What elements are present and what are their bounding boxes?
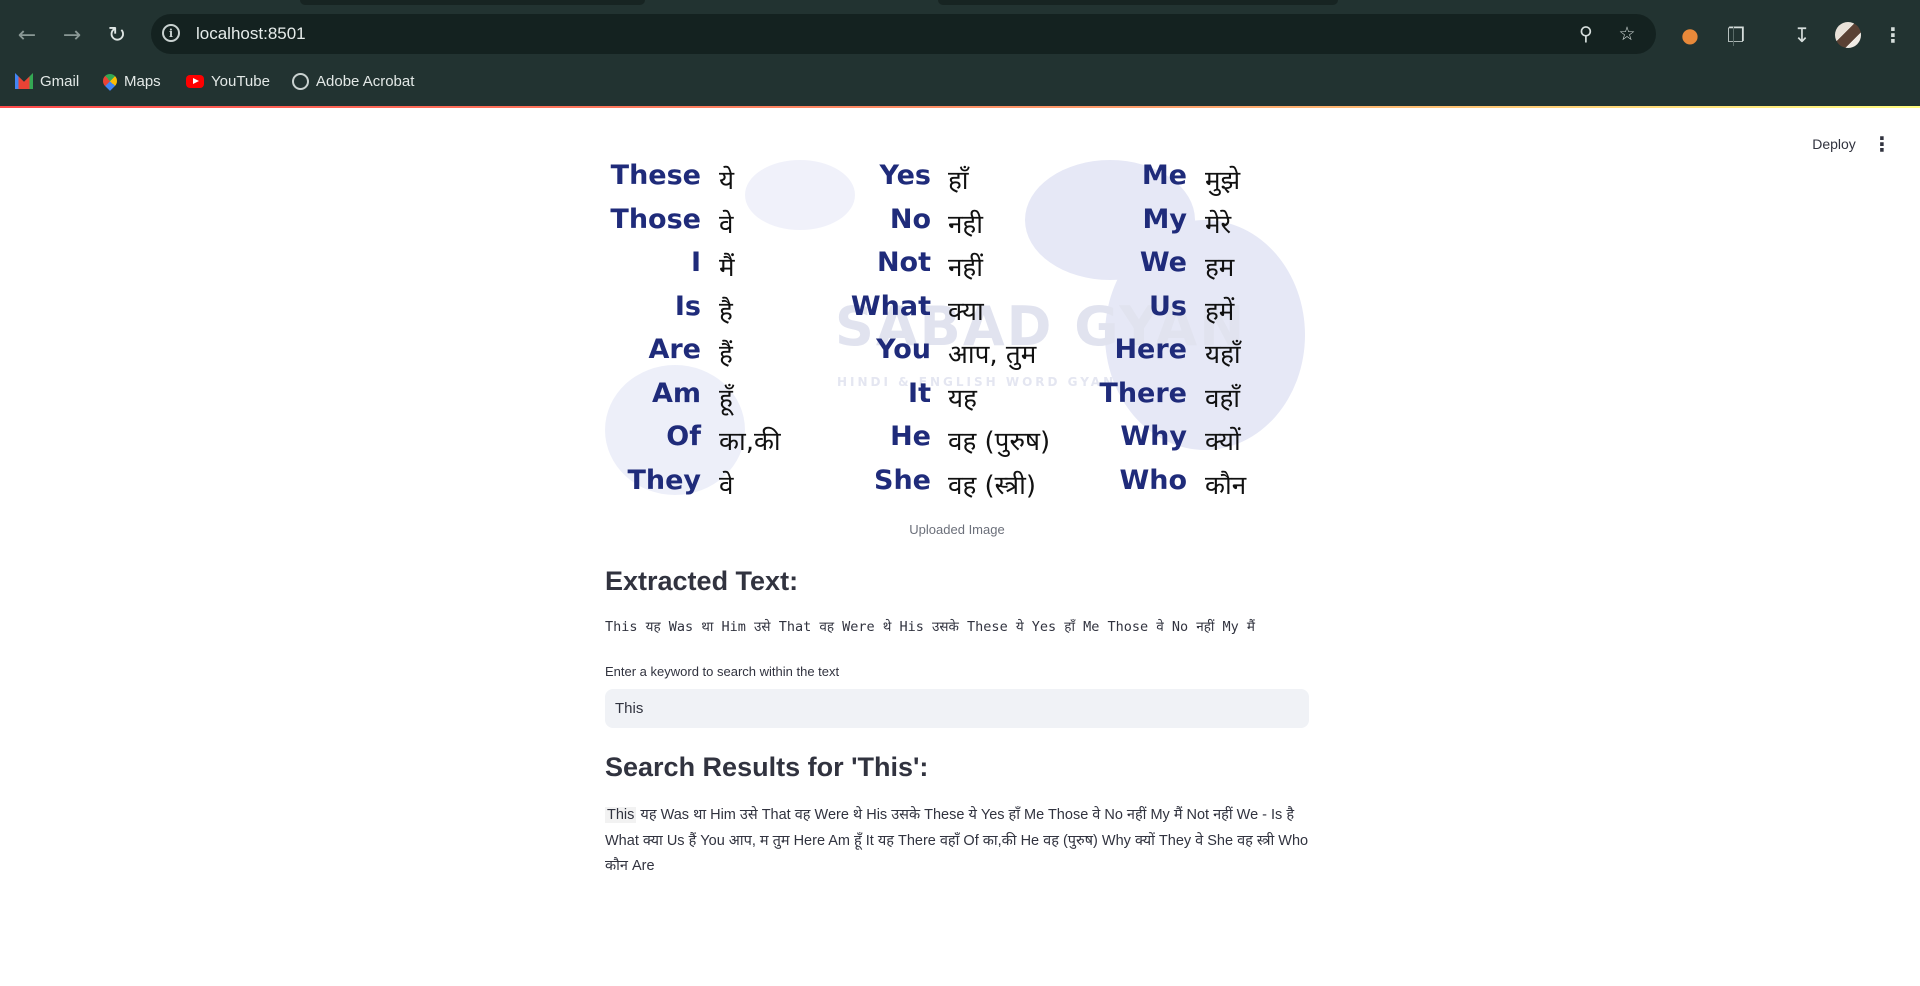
text-section: Extracted Text: This यह Was था Him उसे T… bbox=[605, 160, 1309, 920]
tab-strip bbox=[300, 0, 645, 5]
maps-icon bbox=[100, 71, 120, 91]
browser-menu-icon[interactable]: ⋮ bbox=[1877, 19, 1909, 51]
search-input[interactable] bbox=[605, 689, 1309, 728]
gmail-icon bbox=[15, 73, 33, 89]
header-decoration-bar bbox=[0, 106, 1920, 108]
download-icon[interactable]: ↧ bbox=[1786, 19, 1818, 51]
deploy-button[interactable]: Deploy bbox=[1803, 131, 1865, 157]
search-input-label: Enter a keyword to search within the tex… bbox=[605, 664, 840, 679]
tab-strip bbox=[938, 0, 1338, 5]
bookmark-gmail[interactable]: Gmail bbox=[15, 66, 79, 96]
globe-icon bbox=[292, 72, 309, 90]
cookie-extension-icon[interactable]: ● bbox=[1674, 19, 1706, 51]
bookmark-maps[interactable]: Maps bbox=[100, 66, 161, 96]
search-match-highlight: This bbox=[605, 807, 637, 823]
address-bar[interactable]: i localhost:8501 ⚲ ☆ bbox=[151, 14, 1656, 54]
profile-avatar[interactable] bbox=[1835, 22, 1861, 48]
bookmark-youtube[interactable]: YouTube bbox=[186, 66, 270, 96]
search-results-text: This यह Was था Him उसे That वह Were थे H… bbox=[605, 803, 1309, 880]
search-results-remainder: यह Was था Him उसे That वह Were थे His उस… bbox=[605, 807, 1309, 874]
bookmarks-bar: Gmail Maps YouTube Adobe Acrobat bbox=[0, 66, 1920, 96]
search-results-heading: Search Results for 'This': bbox=[605, 752, 929, 782]
url-text[interactable]: localhost:8501 bbox=[196, 24, 306, 44]
extracted-text-heading: Extracted Text: bbox=[605, 566, 799, 596]
extensions-icon[interactable]: ❐ bbox=[1720, 19, 1752, 51]
bookmark-label: Adobe Acrobat bbox=[316, 72, 415, 90]
toolbar-divider bbox=[1733, 26, 1734, 46]
browser-toolbar: ← → ↻ i localhost:8501 ⚲ ☆ ● ❐ ↧ ⋮ bbox=[0, 12, 1920, 58]
bookmark-star-icon[interactable]: ☆ bbox=[1615, 22, 1639, 46]
forward-icon[interactable]: → bbox=[55, 18, 89, 52]
bookmark-label: YouTube bbox=[211, 72, 270, 90]
site-info-icon[interactable]: i bbox=[162, 24, 180, 42]
reload-icon[interactable]: ↻ bbox=[100, 18, 134, 52]
bookmark-adobe-acrobat[interactable]: Adobe Acrobat bbox=[292, 66, 414, 96]
browser-chrome: ← → ↻ i localhost:8501 ⚲ ☆ ● ❐ ↧ ⋮ Gmail… bbox=[0, 0, 1920, 108]
youtube-icon bbox=[186, 74, 204, 88]
kebab-menu-icon[interactable]: ⋮ bbox=[1872, 131, 1892, 157]
bookmark-label: Maps bbox=[124, 72, 161, 90]
zoom-icon[interactable]: ⚲ bbox=[1574, 22, 1598, 46]
back-icon[interactable]: ← bbox=[10, 18, 44, 52]
bookmark-label: Gmail bbox=[40, 72, 80, 90]
extracted-text-block: This यह Was था Him उसे That वह Were थे H… bbox=[605, 619, 1255, 635]
